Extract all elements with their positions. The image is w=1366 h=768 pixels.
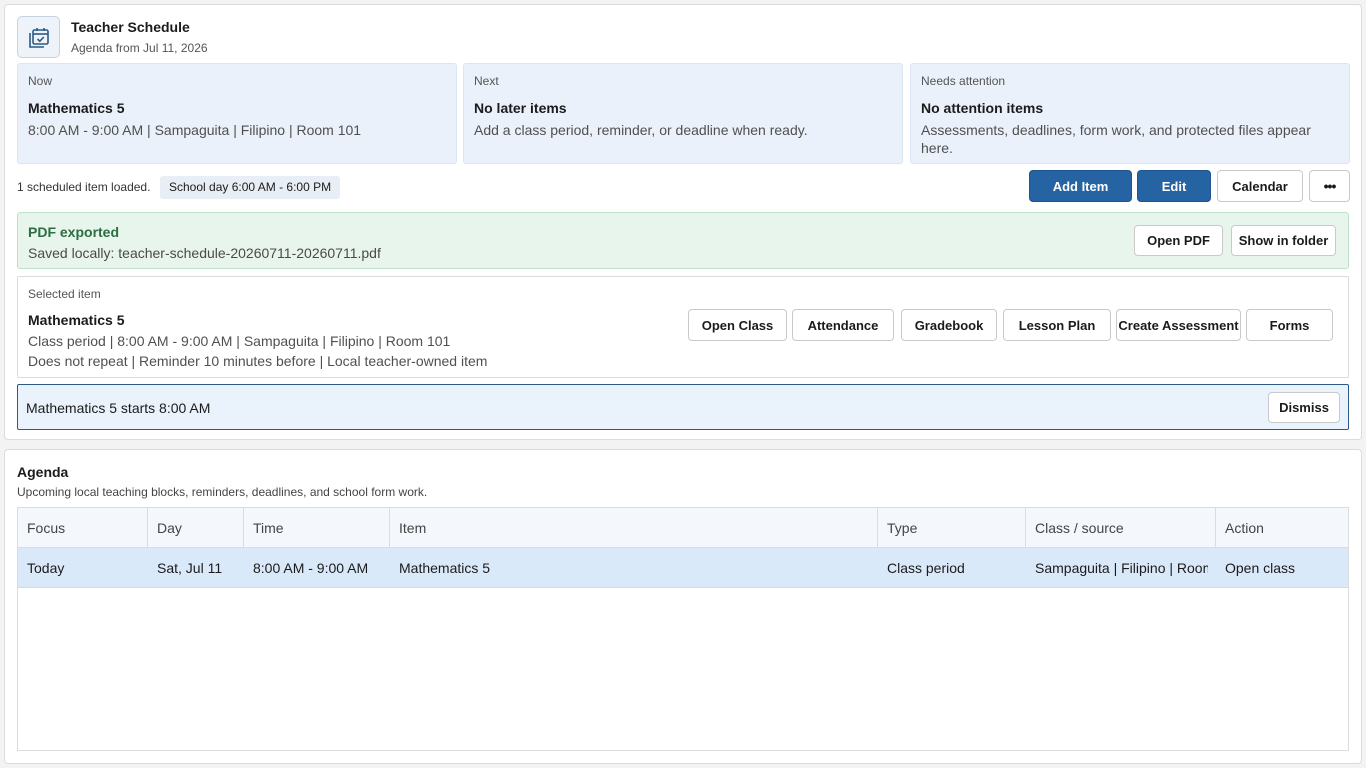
now-card-label: Now: [28, 74, 53, 88]
create-assessment-button[interactable]: Create Assessment: [1116, 309, 1241, 341]
selected-item-title: Mathematics 5: [28, 312, 125, 328]
now-card: Now Mathematics 5 8:00 AM - 9:00 AM | Sa…: [17, 63, 457, 164]
attendance-button[interactable]: Attendance: [792, 309, 894, 341]
forms-button[interactable]: Forms: [1246, 309, 1333, 341]
table-header: Focus Day Time Item Type Class / source …: [18, 508, 1348, 548]
calendar-check-icon: [17, 16, 60, 58]
column-header-day[interactable]: Day: [148, 508, 244, 548]
reminder-text: Mathematics 5 starts 8:00 AM: [26, 400, 211, 416]
calendar-button[interactable]: Calendar: [1217, 170, 1303, 202]
column-header-item[interactable]: Item: [390, 508, 878, 548]
open-class-button[interactable]: Open Class: [688, 309, 787, 341]
selected-item-panel: Selected item Mathematics 5 Class period…: [17, 276, 1349, 378]
gradebook-button[interactable]: Gradebook: [901, 309, 997, 341]
attention-card-body: Assessments, deadlines, form work, and p…: [921, 122, 1311, 156]
selected-item-details: Class period | 8:00 AM - 9:00 AM | Sampa…: [28, 333, 451, 349]
add-item-button[interactable]: Add Item: [1029, 170, 1132, 202]
selected-item-label: Selected item: [28, 287, 101, 301]
dismiss-button[interactable]: Dismiss: [1268, 392, 1340, 423]
selected-item-reminder-details: Does not repeat | Reminder 10 minutes be…: [28, 353, 488, 369]
cell-day: Sat, Jul 11: [157, 560, 223, 576]
agenda-table: Focus Day Time Item Type Class / source …: [17, 507, 1349, 751]
agenda-subtitle: Upcoming local teaching blocks, reminder…: [17, 485, 428, 499]
export-title: PDF exported: [28, 224, 120, 240]
app-subtitle: Agenda from Jul 11, 2026: [71, 41, 208, 55]
cell-time: 8:00 AM - 9:00 AM: [253, 560, 369, 576]
cell-item: Mathematics 5: [399, 560, 491, 576]
attention-card-label: Needs attention: [921, 74, 1006, 88]
table-row[interactable]: Today Sat, Jul 11 8:00 AM - 9:00 AM Math…: [18, 548, 1348, 588]
column-header-focus[interactable]: Focus: [18, 508, 148, 548]
cell-action[interactable]: Open class: [1216, 548, 1348, 588]
column-header-type[interactable]: Type: [878, 508, 1026, 548]
cell-class-source: Sampaguita | Filipino | Room 101: [1035, 560, 1208, 576]
next-card: Next No later items Add a class period, …: [463, 63, 903, 164]
attention-card: Needs attention No attention items Asses…: [910, 63, 1350, 164]
next-card-title: No later items: [474, 100, 567, 116]
school-day-badge: School day 6:00 AM - 6:00 PM: [160, 176, 341, 199]
cell-focus: Today: [27, 560, 65, 576]
pdf-export-banner: PDF exported Saved locally: teacher-sche…: [17, 212, 1349, 269]
column-header-class-source[interactable]: Class / source: [1026, 508, 1216, 548]
agenda-panel: Agenda Upcoming local teaching blocks, r…: [4, 449, 1362, 764]
open-pdf-button[interactable]: Open PDF: [1134, 225, 1223, 256]
now-card-title: Mathematics 5: [28, 100, 125, 116]
agenda-title: Agenda: [17, 464, 69, 480]
cell-type: Class period: [887, 560, 965, 576]
more-options-button[interactable]: •••: [1309, 170, 1350, 202]
app-title: Teacher Schedule: [71, 19, 190, 35]
schedule-panel: Teacher Schedule Agenda from Jul 11, 202…: [4, 4, 1362, 440]
now-card-body: 8:00 AM - 9:00 AM | Sampaguita | Filipin…: [28, 122, 362, 138]
next-card-label: Next: [474, 74, 499, 88]
next-card-body: Add a class period, reminder, or deadlin…: [474, 122, 808, 138]
attention-card-title: No attention items: [921, 100, 1044, 116]
show-in-folder-button[interactable]: Show in folder: [1231, 225, 1336, 256]
column-header-time[interactable]: Time: [244, 508, 390, 548]
export-path-text: Saved locally: teacher-schedule-20260711…: [28, 245, 381, 261]
reminder-banner: Mathematics 5 starts 8:00 AM Dismiss: [17, 384, 1349, 430]
lesson-plan-button[interactable]: Lesson Plan: [1003, 309, 1111, 341]
loaded-count-text: 1 scheduled item loaded.: [17, 180, 151, 194]
column-header-action[interactable]: Action: [1216, 508, 1348, 548]
edit-button[interactable]: Edit: [1137, 170, 1211, 202]
